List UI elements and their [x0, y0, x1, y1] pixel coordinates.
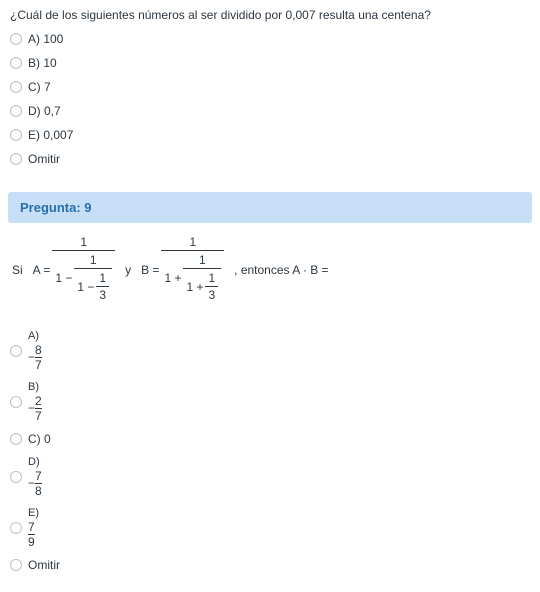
option-label: C) 0: [28, 432, 51, 446]
den: 3: [96, 287, 109, 302]
q9-option-b[interactable]: B) − 2 7: [10, 381, 530, 422]
q8-option-d[interactable]: D) 0,7: [10, 104, 530, 118]
option-label: Omitir: [28, 558, 60, 572]
den: 1 + 1 1 + 1 3: [161, 251, 224, 304]
q9-option-e[interactable]: E) 7 9: [10, 507, 530, 548]
stem-y: y: [125, 263, 131, 277]
option-letter: D): [28, 456, 40, 468]
question-8: ¿Cuál de los siguientes números al ser d…: [0, 0, 540, 186]
q8-option-a[interactable]: A) 100: [10, 32, 530, 46]
denominator: 8: [35, 484, 42, 497]
numerator: 7: [28, 521, 35, 534]
fraction: 8 7: [35, 344, 42, 371]
option-content: B) − 2 7: [28, 381, 42, 422]
den: 1 + 1 3: [183, 269, 221, 303]
radio-icon[interactable]: [10, 57, 22, 69]
num: 1: [205, 271, 218, 286]
expr-a: A = 1 1 − 1 1 − 1 3: [33, 235, 115, 304]
frac-b-outer: 1 1 + 1 1 + 1 3: [161, 235, 224, 304]
question-9-header: Pregunta: 9: [8, 192, 532, 223]
question-9-options: A) − 8 7 B) − 2 7: [0, 312, 540, 592]
stem-entonces: , entonces A · B =: [234, 263, 328, 277]
option-label: E) 0,007: [28, 128, 73, 142]
radio-icon[interactable]: [10, 433, 22, 445]
minus-sign: −: [28, 477, 35, 490]
neg-frac: − 8 7: [28, 344, 42, 371]
q9-option-c[interactable]: C) 0: [10, 432, 530, 446]
q9-option-d[interactable]: D) − 7 8: [10, 456, 530, 497]
numerator: 7: [35, 470, 42, 483]
q8-option-b[interactable]: B) 10: [10, 56, 530, 70]
q8-option-skip[interactable]: Omitir: [10, 152, 530, 166]
radio-icon[interactable]: [10, 471, 22, 483]
option-letter: B): [28, 381, 39, 393]
frac-b-mid: 1 1 + 1 3: [183, 253, 221, 303]
frac-a-outer: 1 1 − 1 1 − 1 3: [52, 235, 115, 304]
one-minus: 1 −: [77, 281, 94, 293]
radio-icon[interactable]: [10, 33, 22, 45]
fraction: 7 8: [35, 470, 42, 497]
num: 1: [96, 271, 109, 286]
num: 1: [77, 235, 90, 250]
b-eq: B =: [141, 263, 159, 277]
minus-sign: −: [28, 351, 35, 364]
option-label: C) 7: [28, 80, 51, 94]
one-plus: 1 +: [186, 281, 203, 293]
radio-icon[interactable]: [10, 345, 22, 357]
denominator: 9: [28, 535, 35, 548]
den: 1 − 1 1 − 1 3: [52, 251, 115, 304]
frac-a-inner: 1 3: [96, 271, 109, 302]
one-minus: 1 −: [55, 272, 72, 284]
neg-frac: − 7 8: [28, 470, 42, 497]
minus-sign: −: [28, 402, 35, 415]
num: 1: [196, 253, 209, 268]
radio-icon[interactable]: [10, 81, 22, 93]
q8-option-e[interactable]: E) 0,007: [10, 128, 530, 142]
expr-b: B = 1 1 + 1 1 + 1 3: [141, 235, 224, 304]
option-letter: E): [28, 507, 39, 519]
numerator: 2: [35, 395, 42, 408]
fraction: 2 7: [35, 395, 42, 422]
question-9-stem: Si A = 1 1 − 1 1 − 1 3: [0, 229, 540, 312]
numerator: 8: [35, 344, 42, 357]
one-plus: 1 +: [164, 272, 181, 284]
frac-b-inner: 1 3: [205, 271, 218, 302]
option-label: B) 10: [28, 56, 57, 70]
neg-frac: − 2 7: [28, 395, 42, 422]
option-label: A) 100: [28, 32, 63, 46]
radio-icon[interactable]: [10, 522, 22, 534]
option-label: D) 0,7: [28, 104, 61, 118]
question-8-text: ¿Cuál de los siguientes números al ser d…: [10, 8, 530, 22]
radio-icon[interactable]: [10, 559, 22, 571]
q8-option-c[interactable]: C) 7: [10, 80, 530, 94]
den: 3: [205, 287, 218, 302]
stem-si: Si: [12, 263, 23, 277]
num: 1: [186, 235, 199, 250]
q9-option-skip[interactable]: Omitir: [10, 558, 530, 572]
radio-icon[interactable]: [10, 396, 22, 408]
option-content: E) 7 9: [28, 507, 39, 548]
den: 1 − 1 3: [74, 269, 112, 303]
num: 1: [87, 253, 100, 268]
radio-icon[interactable]: [10, 129, 22, 141]
radio-icon[interactable]: [10, 105, 22, 117]
denominator: 7: [35, 358, 42, 371]
option-content: A) − 8 7: [28, 330, 42, 371]
q9-option-a[interactable]: A) − 8 7: [10, 330, 530, 371]
option-content: D) − 7 8: [28, 456, 42, 497]
frac-a-mid: 1 1 − 1 3: [74, 253, 112, 303]
a-eq: A =: [33, 263, 51, 277]
denominator: 7: [35, 409, 42, 422]
fraction: 7 9: [28, 521, 35, 548]
radio-icon[interactable]: [10, 153, 22, 165]
option-label: Omitir: [28, 152, 60, 166]
option-letter: A): [28, 330, 39, 342]
